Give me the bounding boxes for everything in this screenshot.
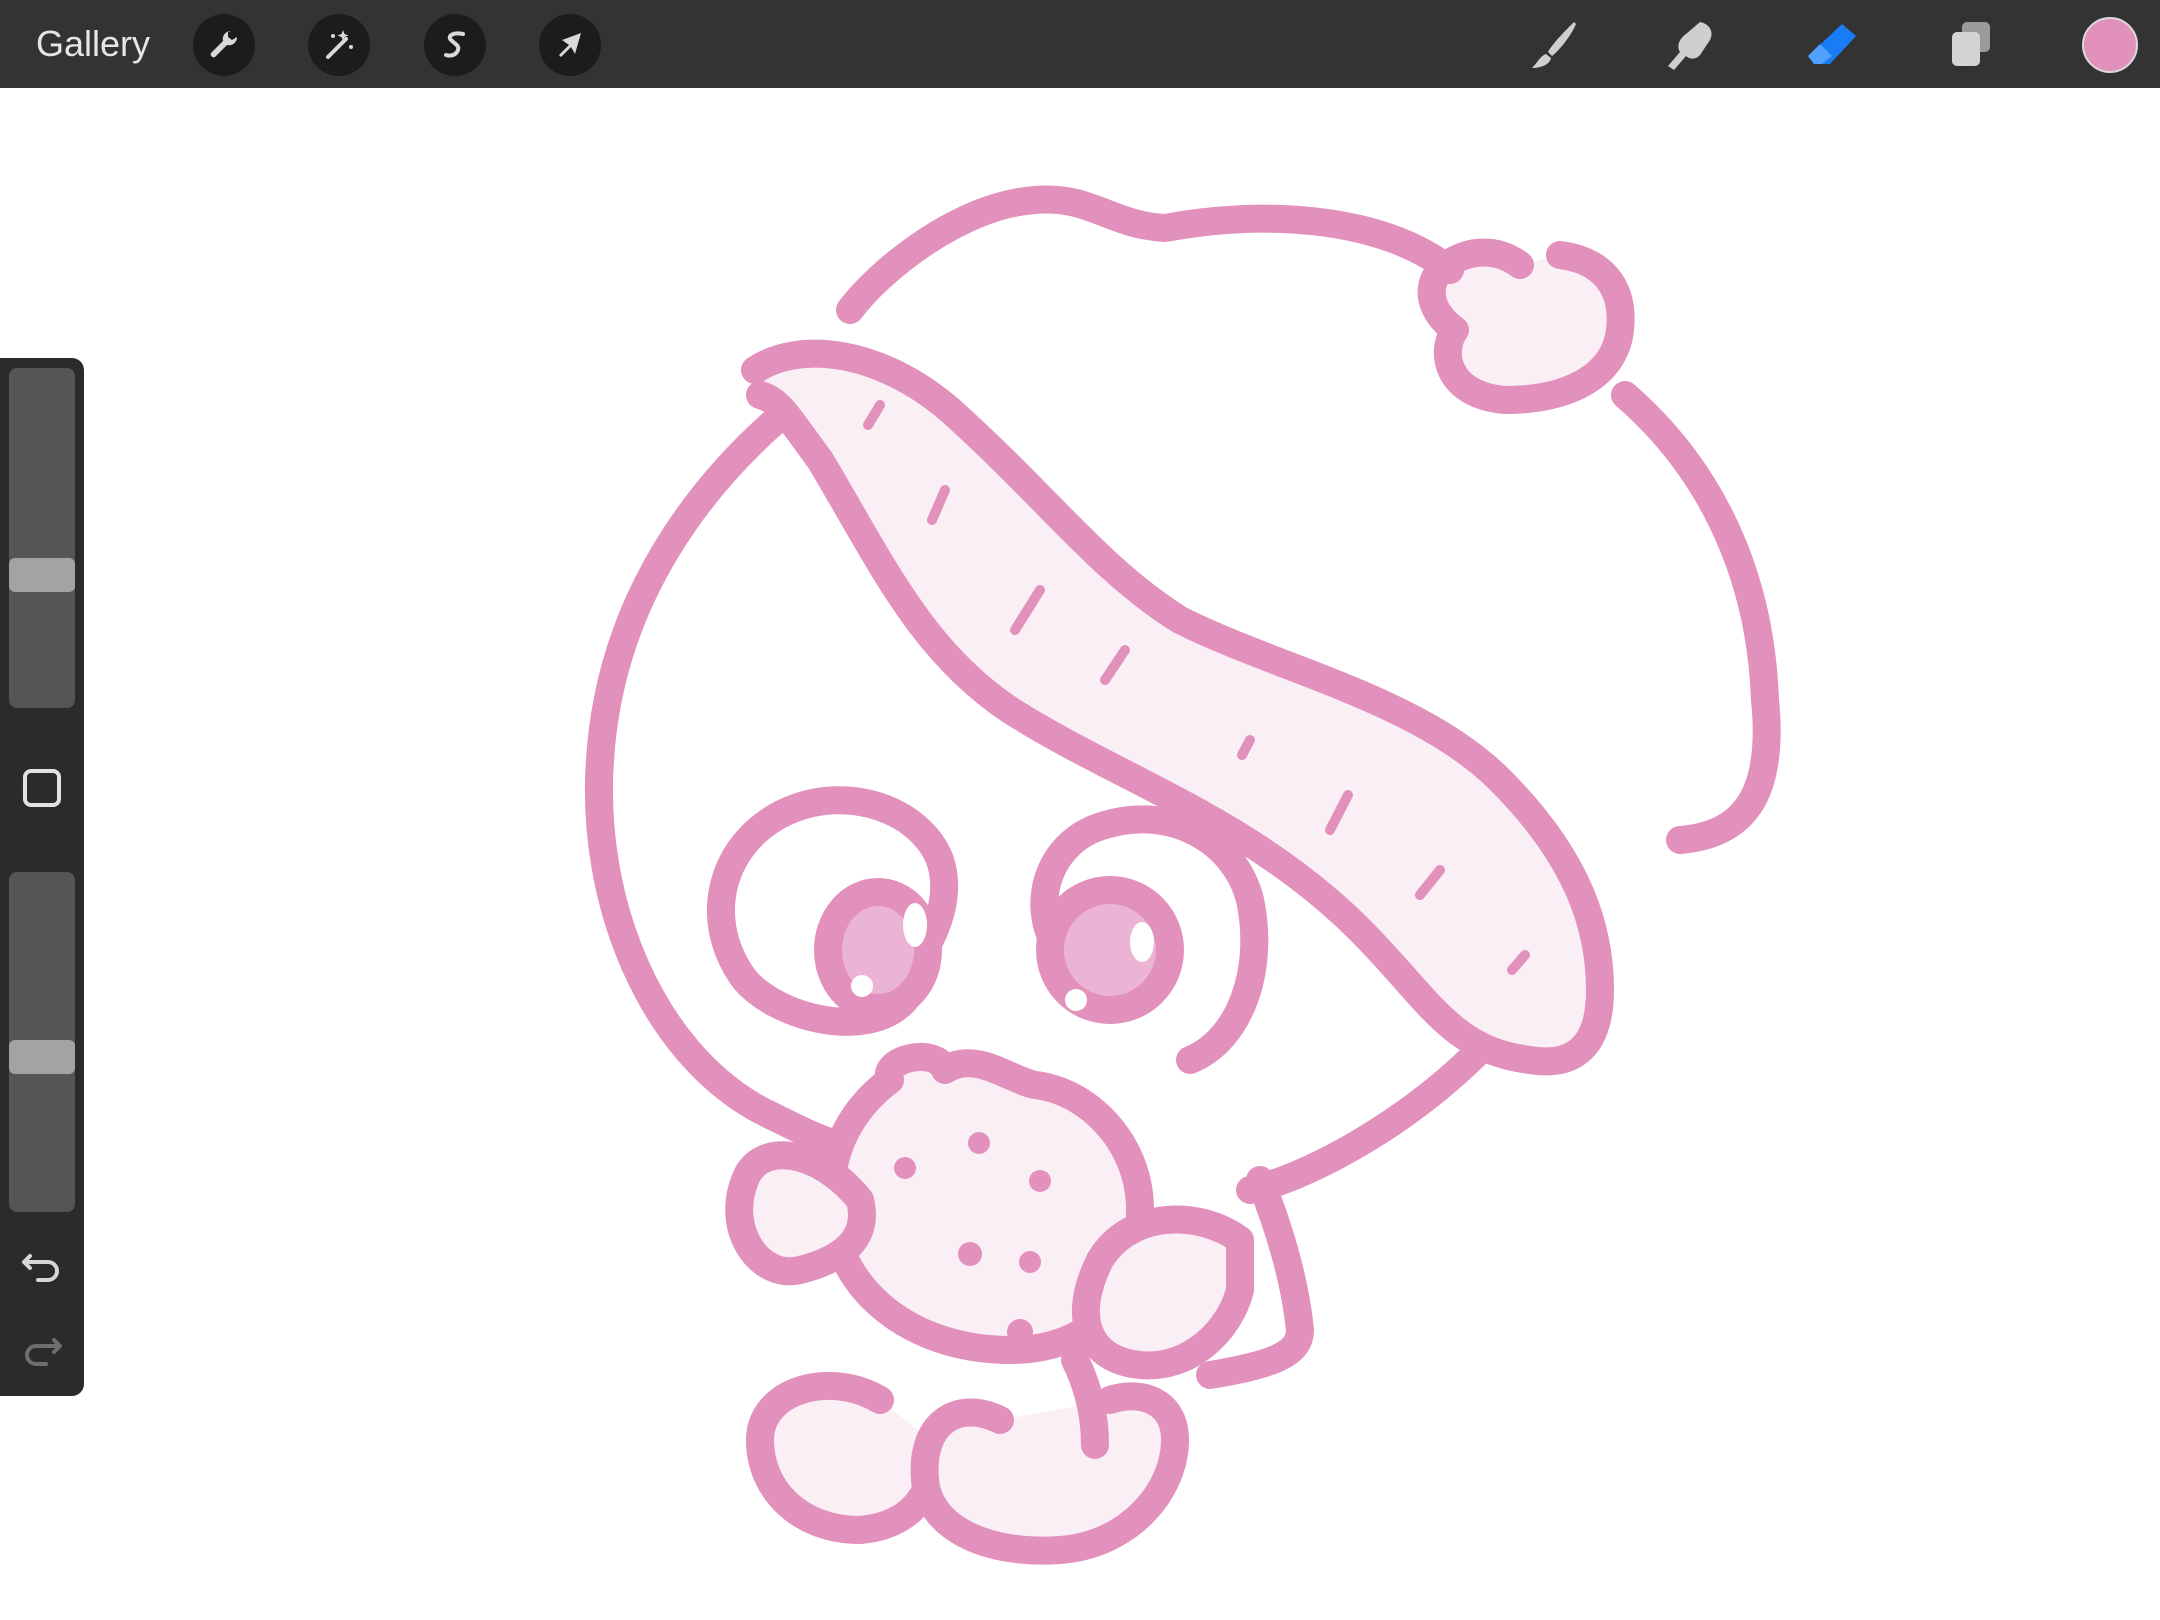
arrow-cursor-icon <box>559 33 581 57</box>
left-hand <box>725 1141 876 1286</box>
transform-button[interactable] <box>539 14 601 76</box>
right-foot <box>910 1382 1189 1565</box>
wrench-icon <box>210 30 238 58</box>
adjustments-button[interactable] <box>308 14 370 76</box>
eraser-icon <box>1808 24 1856 64</box>
brush-tool-button[interactable] <box>1522 14 1584 76</box>
color-swatch[interactable] <box>2082 17 2138 73</box>
baby-character-drawing <box>585 185 1781 1565</box>
left-foot <box>746 1372 947 1544</box>
procreate-app: Gallery <box>0 0 2160 1620</box>
hat-right-side <box>1611 381 1781 854</box>
selection-s-icon <box>444 31 465 58</box>
brush-icon <box>1532 22 1576 68</box>
drawing-canvas[interactable] <box>0 88 2160 1620</box>
actions-button[interactable] <box>193 14 255 76</box>
artwork <box>585 185 1781 1565</box>
gallery-button[interactable]: Gallery <box>36 0 150 88</box>
selection-button[interactable] <box>424 14 486 76</box>
right-hand <box>1071 1205 1254 1380</box>
hat-outline <box>836 185 1464 324</box>
head-outline <box>585 386 854 1159</box>
eraser-tool-button[interactable] <box>1800 14 1862 76</box>
smudge-finger-icon <box>1668 22 1712 70</box>
layers-icon <box>1952 22 1990 66</box>
magic-wand-icon <box>326 30 353 59</box>
top-toolbar: Gallery <box>0 0 2160 88</box>
smudge-tool-button[interactable] <box>1660 14 1722 76</box>
layers-button[interactable] <box>1940 14 2002 76</box>
